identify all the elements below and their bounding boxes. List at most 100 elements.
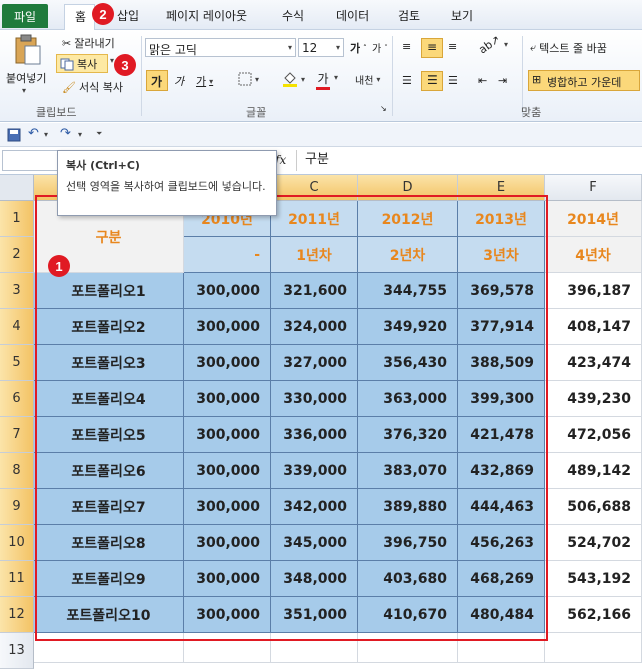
- value-cell[interactable]: 300,000: [184, 453, 271, 489]
- paste-button[interactable]: 붙여넣기 ▾: [6, 34, 48, 100]
- font-family-select[interactable]: 맑은 고딕 ▾: [145, 38, 296, 57]
- value-cell[interactable]: 524,702: [545, 525, 642, 561]
- row-header[interactable]: 10: [0, 525, 34, 561]
- row-label-cell[interactable]: 포트폴리오5: [34, 417, 184, 453]
- value-cell[interactable]: 351,000: [271, 597, 358, 633]
- value-cell[interactable]: 506,688: [545, 489, 642, 525]
- value-cell[interactable]: 421,478: [458, 417, 545, 453]
- customize-qat-icon[interactable]: ⏷: [96, 129, 102, 139]
- row-label-cell[interactable]: 포트폴리오4: [34, 381, 184, 417]
- value-cell[interactable]: 389,880: [358, 489, 458, 525]
- value-cell[interactable]: 410,670: [358, 597, 458, 633]
- orientation-button[interactable]: ab↗ ▾: [476, 33, 508, 57]
- row-label-cell[interactable]: 포트폴리오8: [34, 525, 184, 561]
- row-header[interactable]: 2: [0, 237, 34, 273]
- row-header[interactable]: 13: [0, 633, 34, 669]
- row-header[interactable]: 8: [0, 453, 34, 489]
- value-cell[interactable]: 349,920: [358, 309, 458, 345]
- empty-cell[interactable]: [358, 633, 458, 663]
- value-cell[interactable]: 562,166: [545, 597, 642, 633]
- tab-data[interactable]: 데이터: [336, 7, 369, 24]
- value-cell[interactable]: 356,430: [358, 345, 458, 381]
- row-label-cell[interactable]: 포트폴리오2: [34, 309, 184, 345]
- value-cell[interactable]: 348,000: [271, 561, 358, 597]
- merge-center-button[interactable]: ⊞ 병합하고 가운데: [528, 70, 640, 91]
- value-cell[interactable]: 342,000: [271, 489, 358, 525]
- value-cell[interactable]: 324,000: [271, 309, 358, 345]
- value-cell[interactable]: 300,000: [184, 597, 271, 633]
- empty-cell[interactable]: [184, 633, 271, 663]
- align-center-button[interactable]: ☰: [421, 71, 443, 91]
- empty-cell[interactable]: [545, 633, 642, 663]
- redo-icon[interactable]: ↷: [60, 126, 71, 141]
- tab-file[interactable]: 파일: [2, 4, 48, 28]
- copy-button[interactable]: 복사: [60, 56, 97, 72]
- font-color-dropdown[interactable]: ▾: [334, 73, 338, 82]
- value-cell[interactable]: 300,000: [184, 417, 271, 453]
- align-left-button[interactable]: ☰: [402, 74, 412, 87]
- period-header-cell[interactable]: 1년차: [271, 237, 358, 273]
- increase-indent-button[interactable]: ⇥: [498, 74, 507, 87]
- value-cell[interactable]: 327,000: [271, 345, 358, 381]
- value-cell[interactable]: 344,755: [358, 273, 458, 309]
- row-label-cell[interactable]: 포트폴리오6: [34, 453, 184, 489]
- shrink-font-button[interactable]: 가 ˅: [372, 40, 388, 56]
- row-header[interactable]: 6: [0, 381, 34, 417]
- value-cell[interactable]: 345,000: [271, 525, 358, 561]
- row-label-cell[interactable]: 포트폴리오9: [34, 561, 184, 597]
- row-label-cell[interactable]: 포트폴리오7: [34, 489, 184, 525]
- save-icon[interactable]: [7, 128, 21, 142]
- period-header-cell[interactable]: -: [184, 237, 271, 273]
- empty-cell[interactable]: [271, 633, 358, 663]
- row-header[interactable]: 3: [0, 273, 34, 309]
- bold-button[interactable]: 가: [146, 70, 168, 91]
- value-cell[interactable]: 480,484: [458, 597, 545, 633]
- year-header-cell[interactable]: 2013년: [458, 201, 545, 237]
- value-cell[interactable]: 489,142: [545, 453, 642, 489]
- value-cell[interactable]: 408,147: [545, 309, 642, 345]
- value-cell[interactable]: 423,474: [545, 345, 642, 381]
- wrap-text-button[interactable]: ⤶ 텍스트 줄 바꿈: [530, 40, 607, 56]
- value-cell[interactable]: 399,300: [458, 381, 545, 417]
- align-top-button[interactable]: ≡: [402, 40, 411, 53]
- value-cell[interactable]: 439,230: [545, 381, 642, 417]
- format-painter-button[interactable]: 🖌 서식 복사: [62, 79, 123, 95]
- period-header-cell[interactable]: 4년차: [545, 237, 642, 273]
- borders-button[interactable]: ▾: [238, 72, 259, 86]
- value-cell[interactable]: 300,000: [184, 381, 271, 417]
- empty-cell[interactable]: [34, 633, 184, 663]
- value-cell[interactable]: 369,578: [458, 273, 545, 309]
- column-header[interactable]: E: [458, 175, 545, 201]
- value-cell[interactable]: 336,000: [271, 417, 358, 453]
- phonetic-button[interactable]: 내천 ▾: [355, 72, 380, 87]
- value-cell[interactable]: 403,680: [358, 561, 458, 597]
- underline-button[interactable]: 가 ▾: [196, 73, 213, 89]
- value-cell[interactable]: 363,000: [358, 381, 458, 417]
- undo-dropdown-icon[interactable]: ▾: [44, 130, 48, 139]
- column-header[interactable]: F: [545, 175, 642, 201]
- value-cell[interactable]: 456,263: [458, 525, 545, 561]
- period-header-cell[interactable]: 2년차: [358, 237, 458, 273]
- row-header[interactable]: 1: [0, 201, 34, 237]
- value-cell[interactable]: 300,000: [184, 561, 271, 597]
- formula-input[interactable]: 구분: [296, 150, 640, 171]
- tab-insert[interactable]: 삽입: [117, 7, 139, 24]
- value-cell[interactable]: 383,070: [358, 453, 458, 489]
- value-cell[interactable]: 396,187: [545, 273, 642, 309]
- row-label-cell[interactable]: 포트폴리오1: [34, 273, 184, 309]
- value-cell[interactable]: 432,869: [458, 453, 545, 489]
- tab-view[interactable]: 보기: [451, 7, 473, 24]
- grow-font-button[interactable]: 가 ˄: [350, 40, 367, 56]
- year-header-cell[interactable]: 2011년: [271, 201, 358, 237]
- column-header[interactable]: C: [271, 175, 358, 201]
- value-cell[interactable]: 330,000: [271, 381, 358, 417]
- font-size-select[interactable]: 12 ▾: [298, 38, 344, 57]
- tab-formulas[interactable]: 수식: [282, 7, 304, 24]
- row-label-cell[interactable]: 포트폴리오3: [34, 345, 184, 381]
- row-header[interactable]: 5: [0, 345, 34, 381]
- year-header-cell[interactable]: 2012년: [358, 201, 458, 237]
- value-cell[interactable]: 543,192: [545, 561, 642, 597]
- row-header[interactable]: 9: [0, 489, 34, 525]
- value-cell[interactable]: 468,269: [458, 561, 545, 597]
- row-header[interactable]: 4: [0, 309, 34, 345]
